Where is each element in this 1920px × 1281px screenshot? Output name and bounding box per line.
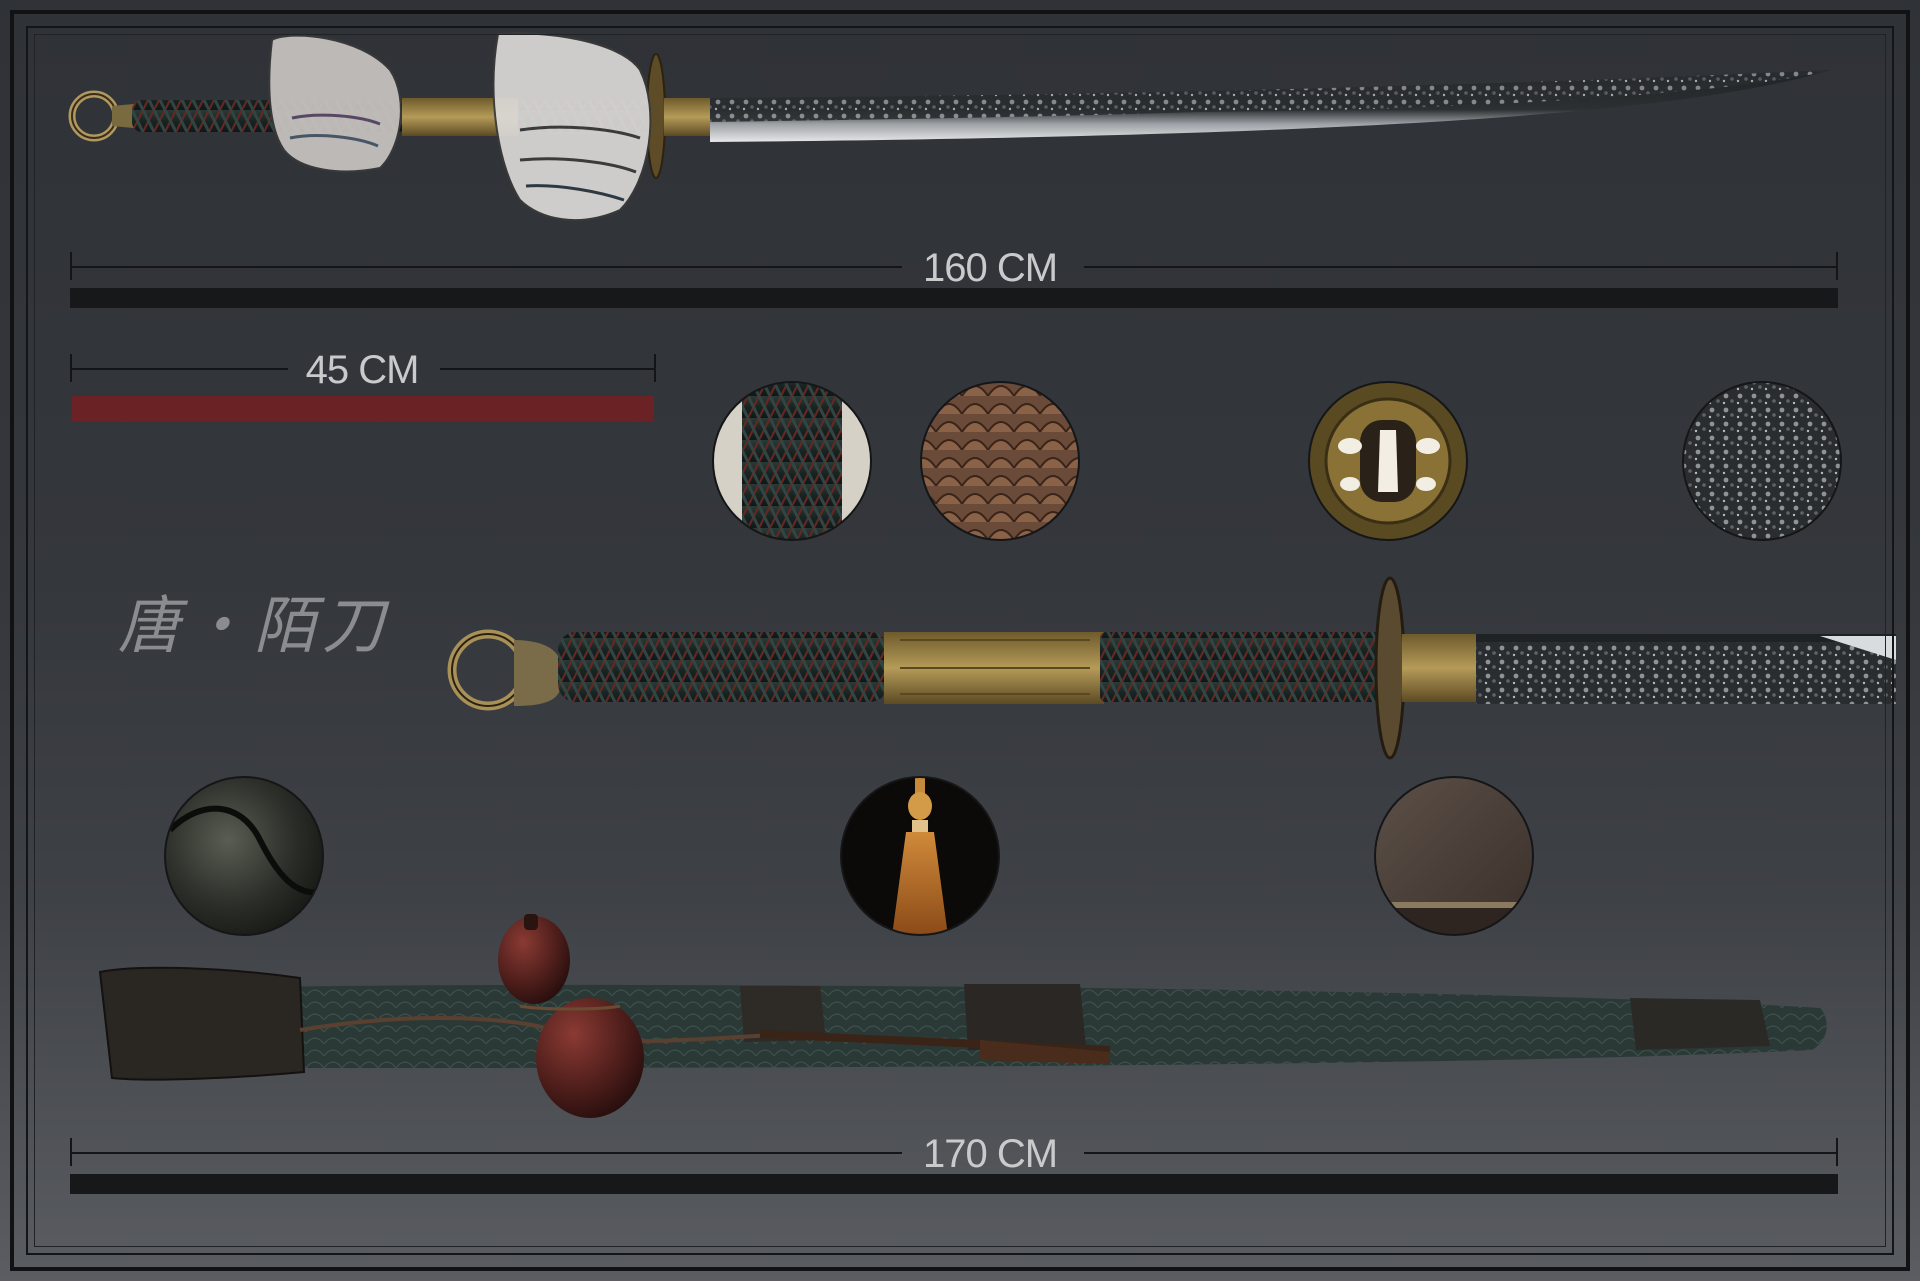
hilt-closeup-illustration: [447, 576, 1896, 760]
sheathed-weapon-illustration: [98, 914, 1827, 1118]
weapon-title-calligraphy: 唐・陌刀: [118, 589, 391, 662]
measure-label-handle: 45 CM: [305, 348, 420, 392]
handle-accent-bar: [72, 396, 654, 422]
measure-label-sheathed: 170 CM: [922, 1132, 1058, 1176]
swatch-tassel: [840, 776, 1000, 936]
measure-handle-length: 45 CM: [70, 348, 656, 422]
swatch-handle-wrap: [712, 381, 872, 541]
swatch-scale-leather: [920, 381, 1080, 541]
swatch-brown-cloth: [1374, 776, 1534, 936]
sword-top-illustration: [68, 32, 1830, 221]
measure-bar: [70, 1174, 1838, 1194]
swatch-dark-leather: [164, 776, 324, 936]
swatch-tsuba-guard: [1308, 381, 1468, 541]
measure-sheathed-length: 170 CM: [70, 1134, 1838, 1194]
measure-label-sword: 160 CM: [922, 246, 1058, 290]
swatch-forged-steel: [1682, 381, 1842, 541]
measure-sword-length: 160 CM: [70, 248, 1838, 308]
concept-sheet: 160 CM 45 CM 170 CM 唐・陌刀: [0, 0, 1920, 1281]
measure-bar: [70, 288, 1838, 308]
